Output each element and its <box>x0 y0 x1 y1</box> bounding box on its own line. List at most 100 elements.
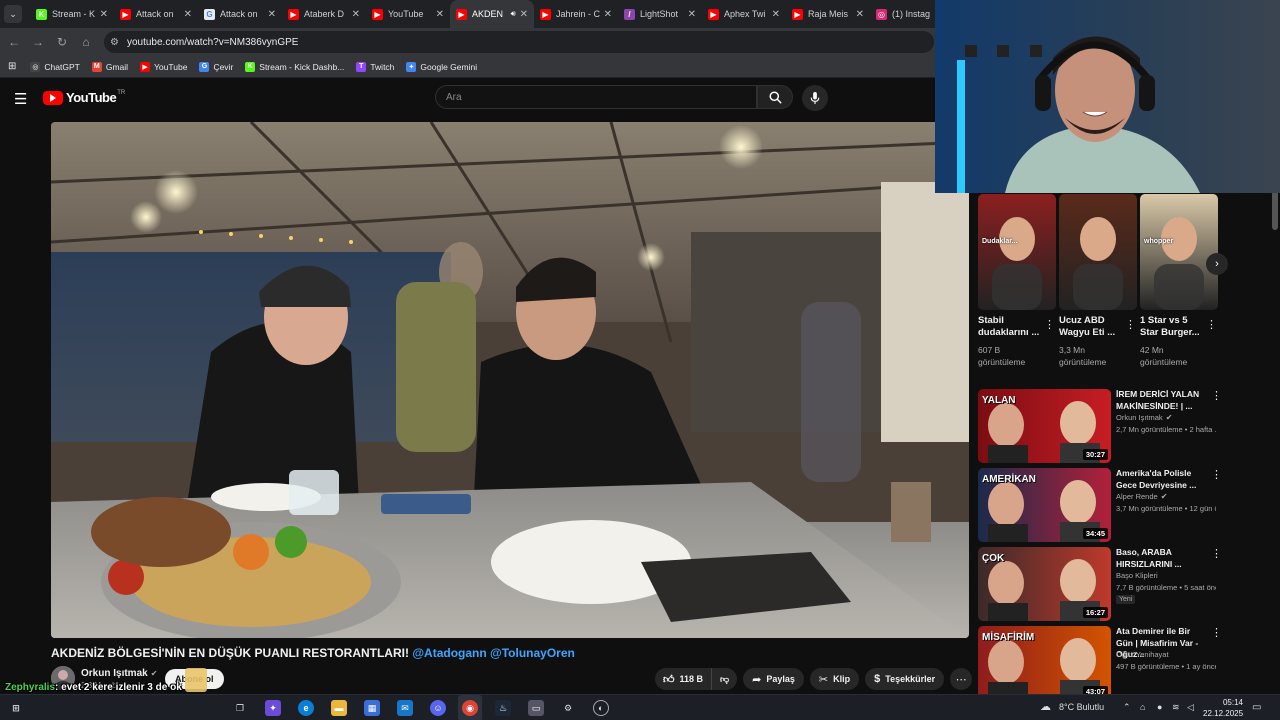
tab-close-icon[interactable]: ✕ <box>352 9 360 20</box>
share-button[interactable]: ➦ Paylaş <box>743 668 804 690</box>
tab-close-icon[interactable]: ✕ <box>856 9 864 20</box>
browser-tab[interactable]: ▶ Attack on ✕ <box>114 0 198 28</box>
short-thumbnail[interactable]: whopper <box>1140 194 1218 310</box>
home-icon[interactable]: ⌂ <box>74 35 98 49</box>
more-vertical-icon[interactable]: ⋮ <box>1211 626 1222 639</box>
related-video-channel[interactable]: Başo Klipleri <box>1116 571 1158 580</box>
browser-tab[interactable]: ▶ Jahrein - C ✕ <box>534 0 618 28</box>
short-card[interactable]: Dudaklar... Stabil dudaklarını ... 607 B g… <box>978 194 1056 367</box>
video-title-mentions[interactable]: @Atadogann @TolunayOren <box>412 646 575 660</box>
back-icon[interactable]: ← <box>2 35 26 49</box>
search-input[interactable]: Ara <box>435 85 757 109</box>
wifi-icon[interactable]: ≋ <box>1172 702 1180 713</box>
bookmark-item[interactable]: ▶ YouTube <box>140 61 187 72</box>
video-player[interactable] <box>51 122 969 638</box>
tab-close-icon[interactable]: ✕ <box>604 9 612 20</box>
more-vertical-icon[interactable]: ⋮ <box>1211 468 1222 481</box>
video-thumbnail[interactable]: YALAN 30:27 <box>978 389 1111 463</box>
browser-tab[interactable]: ▶ Aphex Twi ✕ <box>702 0 786 28</box>
related-video-title[interactable]: Amerika'da Polisle Gece Devriyesine ... <box>1116 468 1208 491</box>
browser-tab[interactable]: ▶ AKDEN 🔊︎ ✕ <box>450 0 534 28</box>
related-video-channel[interactable]: Orkun Işıtmak ✔ <box>1116 413 1172 422</box>
copilot-icon[interactable]: ✦ <box>265 700 281 716</box>
more-vertical-icon[interactable]: ⋮ <box>1044 318 1055 331</box>
weather-text[interactable]: 8°C Bulutlu <box>1059 702 1104 712</box>
start-icon[interactable]: ⊞ <box>8 700 24 716</box>
site-info-icon[interactable]: ⚙ <box>110 37 119 48</box>
tab-close-icon[interactable]: ✕ <box>436 9 444 20</box>
like-button[interactable]: 👍︎ 118 B <box>655 668 713 690</box>
more-vertical-icon[interactable]: ⋮ <box>1211 547 1222 560</box>
short-title[interactable]: Stabil dudaklarını ... <box>978 315 1040 339</box>
short-title[interactable]: Ucuz ABD Wagyu Eti ... <box>1059 315 1121 339</box>
obs-icon[interactable]: ◐ <box>593 700 609 716</box>
more-actions-button[interactable]: ⋯ <box>950 668 973 690</box>
short-title[interactable]: 1 Star vs 5 Star Burger... <box>1140 315 1202 339</box>
network-icon[interactable]: ⌂ <box>1140 702 1145 712</box>
related-video-channel[interactable]: Oğuz Yenihayat <box>1116 650 1169 659</box>
short-card[interactable]: Ucuz ABD Wagyu Eti ... 3,3 Mn görüntüleme… <box>1059 194 1137 367</box>
tab-close-icon[interactable]: ✕ <box>100 9 108 20</box>
menu-icon[interactable]: ☰ <box>14 90 27 108</box>
steam-icon[interactable]: ♨ <box>495 700 511 716</box>
related-video-title[interactable]: İREM DERİCİ YALAN MAKİNESİNDE! | ... <box>1116 389 1208 412</box>
store-icon[interactable]: ▦ <box>364 700 380 716</box>
volume-icon[interactable]: ◁ <box>1187 702 1194 713</box>
chrome-icon[interactable]: ◉ <box>462 700 478 716</box>
video-thumbnail[interactable]: ÇOK 16:27 <box>978 547 1111 621</box>
tab-close-icon[interactable]: ✕ <box>520 9 528 20</box>
voice-search-button[interactable] <box>802 85 828 111</box>
bookmark-item[interactable]: G Çevir <box>199 61 233 72</box>
settings-icon[interactable]: ⚙ <box>560 700 576 716</box>
dislike-button[interactable]: 👎︎ <box>712 674 737 685</box>
browser-tab[interactable]: ▶ YouTube ✕ <box>366 0 450 28</box>
short-thumbnail[interactable]: Dudaklar... <box>978 194 1056 310</box>
related-video[interactable]: AMERİKAN 34:45 Amerika'da Polisle Gece Dev… <box>978 468 1228 544</box>
clip-button[interactable]: ✂ Klip <box>809 668 860 690</box>
bookmark-item[interactable]: ◎ ChatGPT <box>30 61 80 72</box>
related-video-channel[interactable]: Alper Rende ✔ <box>1116 492 1167 501</box>
bookmark-item[interactable]: K Stream - Kick Dashb... <box>245 61 344 72</box>
bookmark-item[interactable]: T Twitch <box>356 61 394 72</box>
discord-icon[interactable]: ☺ <box>430 700 446 716</box>
mic-tray-icon[interactable]: ● <box>1157 702 1162 712</box>
browser-tab[interactable]: ▶ Ataberk D ✕ <box>282 0 366 28</box>
page-scrollbar[interactable] <box>1272 190 1278 230</box>
search-button[interactable] <box>757 85 793 109</box>
short-thumbnail[interactable] <box>1059 194 1137 310</box>
video-thumbnail[interactable]: MİSAFİRİM 43:07 <box>978 626 1111 700</box>
reload-icon[interactable]: ↻ <box>50 35 74 49</box>
address-bar[interactable]: ⚙ youtube.com/watch?v=NM386vynGPE <box>104 31 934 53</box>
browser-tab[interactable]: / LightShot ✕ <box>618 0 702 28</box>
thanks-button[interactable]: $ Teşekkürler <box>865 668 945 690</box>
system-clock[interactable]: 05:14 22.12.2025 <box>1203 697 1243 719</box>
related-video[interactable]: YALAN 30:27 İREM DERİCİ YALAN MAKİNESİNDE!… <box>978 389 1228 465</box>
related-video-title[interactable]: Baso, ARABA HIRSIZLARINI ... <box>1116 547 1208 570</box>
bookmark-item[interactable]: ✦ Google Gemini <box>406 61 477 72</box>
browser-tab[interactable]: K Stream - K ✕ <box>30 0 114 28</box>
youtube-logo[interactable]: YouTube TR <box>43 90 125 105</box>
file-explorer-icon[interactable]: ▬ <box>331 700 347 716</box>
browser-tab[interactable]: G Attack on ✕ <box>198 0 282 28</box>
short-card[interactable]: whopper 1 Star vs 5 Star Burger... 42 Mn g… <box>1140 194 1218 367</box>
related-video[interactable]: ÇOK 16:27 Baso, ARABA HIRSIZLARINI ... Başo… <box>978 547 1228 623</box>
mail-icon[interactable]: ✉ <box>397 700 413 716</box>
speaker-icon[interactable]: 🔊︎ <box>511 9 516 19</box>
channel-name[interactable]: Orkun Işıtmak ✔ <box>81 668 157 679</box>
app-icon[interactable]: ▭ <box>528 700 544 716</box>
tab-close-icon[interactable]: ✕ <box>184 9 192 20</box>
notifications-icon[interactable]: ▭ <box>1252 702 1261 713</box>
edge-icon[interactable]: e <box>298 700 314 716</box>
task-view-icon[interactable]: ❐ <box>232 700 248 716</box>
apps-icon[interactable]: ⊞ <box>8 61 16 72</box>
related-video[interactable]: MİSAFİRİM 43:07 Ata Demirer ile Bir Gün | … <box>978 626 1228 702</box>
more-vertical-icon[interactable]: ⋮ <box>1206 318 1217 331</box>
more-vertical-icon[interactable]: ⋮ <box>1125 318 1136 331</box>
tab-search-button[interactable]: ⌄ <box>4 5 22 23</box>
tray-chevron-icon[interactable]: ⌃ <box>1123 702 1131 713</box>
shorts-next-button[interactable]: › <box>1206 253 1228 275</box>
more-vertical-icon[interactable]: ⋮ <box>1211 389 1222 402</box>
tab-close-icon[interactable]: ✕ <box>268 9 276 20</box>
forward-icon[interactable]: → <box>26 35 50 49</box>
tab-close-icon[interactable]: ✕ <box>688 9 696 20</box>
